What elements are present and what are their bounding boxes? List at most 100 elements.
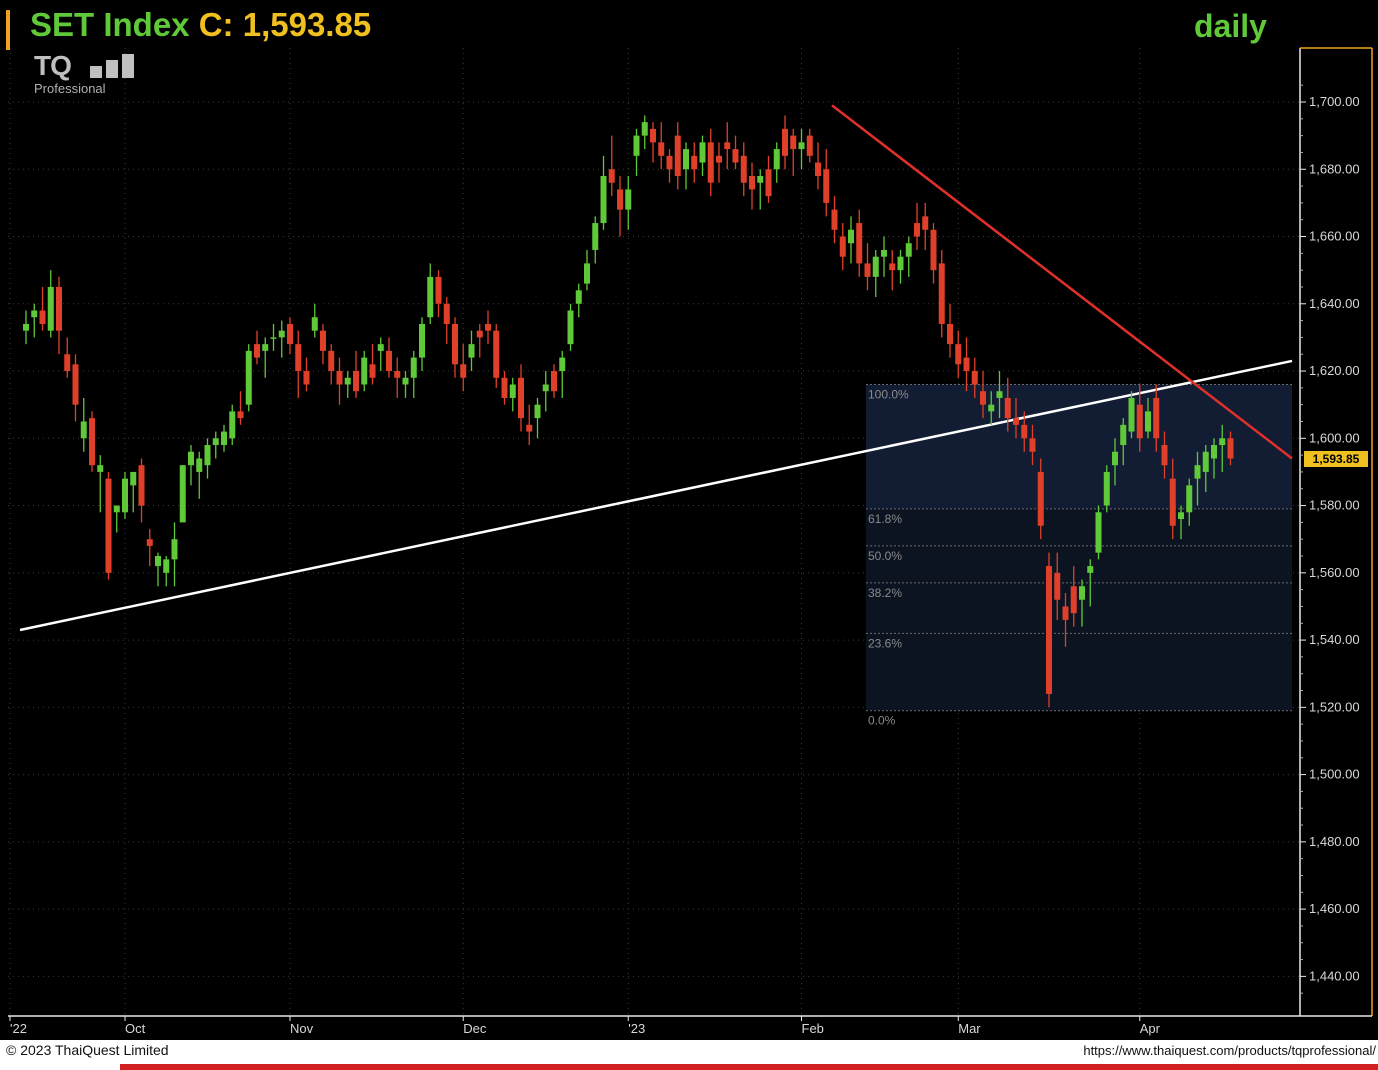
y-axis: 1,440.00 1,460.00 1,480.00 1,500.00 1,520.00…: [1299, 47, 1373, 1016]
candle-up: [171, 539, 178, 560]
candle-up: [410, 357, 417, 378]
candle-down: [831, 209, 838, 230]
y-tick-label: 1,700.00: [1309, 94, 1360, 109]
candle-down: [1037, 471, 1044, 526]
candle-up: [113, 505, 120, 513]
chart-title: SET Index C: 1,593.85: [30, 6, 371, 44]
y-tick-label: 1,440.00: [1309, 968, 1360, 983]
y-tick-label: 1,620.00: [1309, 363, 1360, 378]
candle-down: [320, 330, 326, 351]
candle-down: [303, 371, 310, 385]
candle-down: [914, 223, 920, 237]
candle-down: [707, 142, 714, 183]
x-axis: '22 Oct Nov Dec '23 Feb Mar Apr: [8, 1015, 1372, 1036]
candle-up: [848, 229, 854, 244]
candle-down: [435, 276, 442, 304]
x-tick-label: Mar: [958, 1021, 981, 1036]
candle-down: [1153, 397, 1160, 439]
candle-down: [617, 189, 623, 210]
candle-up: [534, 404, 541, 419]
candle-down: [732, 149, 739, 163]
candle-up: [221, 431, 227, 446]
candle-down: [955, 344, 962, 365]
candle-up: [179, 465, 186, 523]
y-tick-label: 1,480.00: [1309, 834, 1360, 849]
candle-down: [526, 424, 533, 432]
y-tick-label: 1,640.00: [1309, 296, 1360, 311]
fib-level-label: 23.6%: [868, 636, 902, 650]
candle-down: [353, 371, 359, 392]
candle-down: [443, 303, 450, 324]
candle-up: [600, 175, 607, 224]
candle-down: [947, 323, 953, 345]
candle-down: [963, 357, 970, 372]
candle-down: [501, 377, 508, 398]
candle-down: [740, 155, 747, 183]
price-chart[interactable]: 100.0%61.8%50.0%38.2%23.6%0.0% 1,440.001…: [0, 0, 1378, 1040]
candle-down: [1169, 478, 1176, 526]
candle-down: [724, 142, 731, 150]
candle-down: [839, 236, 846, 257]
candle-down: [980, 391, 986, 405]
candle-down: [39, 310, 46, 324]
logo-text: TQ: [34, 50, 72, 81]
candle-up: [311, 317, 318, 331]
candle-up: [468, 344, 475, 358]
candle-down: [1161, 445, 1168, 466]
candle-up: [905, 243, 912, 257]
last-price-tag: 1,593.85: [1304, 451, 1368, 467]
y-tick-label: 1,660.00: [1309, 229, 1360, 244]
candle-up: [1120, 424, 1127, 446]
candle-up: [1211, 445, 1217, 459]
candle-down: [1070, 586, 1077, 614]
candle-down: [485, 323, 491, 331]
candle-down: [1062, 606, 1069, 620]
candle-down: [460, 364, 467, 378]
candle-down: [922, 216, 929, 230]
candle-down: [1029, 438, 1036, 452]
candle-up: [699, 142, 706, 163]
candle-up: [988, 404, 995, 412]
candle-up: [559, 357, 566, 372]
candle-up: [47, 286, 54, 331]
y-tick-label: 1,600.00: [1309, 430, 1360, 445]
candle-down: [452, 323, 458, 365]
source-url[interactable]: https://www.thaiquest.com/products/tqpro…: [1083, 1043, 1376, 1058]
candle-down: [765, 169, 772, 197]
candle-down: [938, 263, 945, 324]
candle-up: [1103, 471, 1110, 506]
candle-up: [212, 438, 219, 446]
candle-up: [1087, 566, 1094, 573]
candle-up: [229, 411, 236, 439]
candle-up: [130, 471, 137, 486]
candle-up: [996, 391, 1003, 398]
candle-down: [476, 330, 483, 338]
candle-up: [897, 256, 904, 271]
candle-down: [650, 128, 656, 143]
candle-down: [1046, 566, 1052, 694]
candle-down: [806, 135, 813, 156]
candle-down: [138, 465, 145, 506]
candle-up: [592, 223, 599, 250]
fib-level-label: 0.0%: [868, 714, 896, 728]
candle-down: [1004, 397, 1011, 419]
candle-down: [674, 135, 681, 176]
candle-up: [97, 465, 104, 472]
candle-down: [790, 135, 797, 150]
x-tick-label: '23: [628, 1021, 645, 1036]
candle-down: [72, 364, 79, 405]
candle-up: [402, 377, 409, 385]
candle-down: [1136, 404, 1143, 439]
candle-down: [394, 371, 401, 378]
title-accent: [6, 10, 10, 50]
candle-up: [419, 323, 425, 358]
candle-down: [691, 155, 698, 170]
candle-down: [493, 330, 500, 378]
close-label: C:: [198, 6, 234, 43]
candle-up: [427, 276, 434, 318]
candle-down: [287, 323, 293, 345]
candle-up: [270, 337, 277, 339]
x-tick-label: Dec: [463, 1021, 487, 1036]
fib-level-label: 100.0%: [868, 387, 909, 401]
candle-down: [146, 539, 153, 546]
